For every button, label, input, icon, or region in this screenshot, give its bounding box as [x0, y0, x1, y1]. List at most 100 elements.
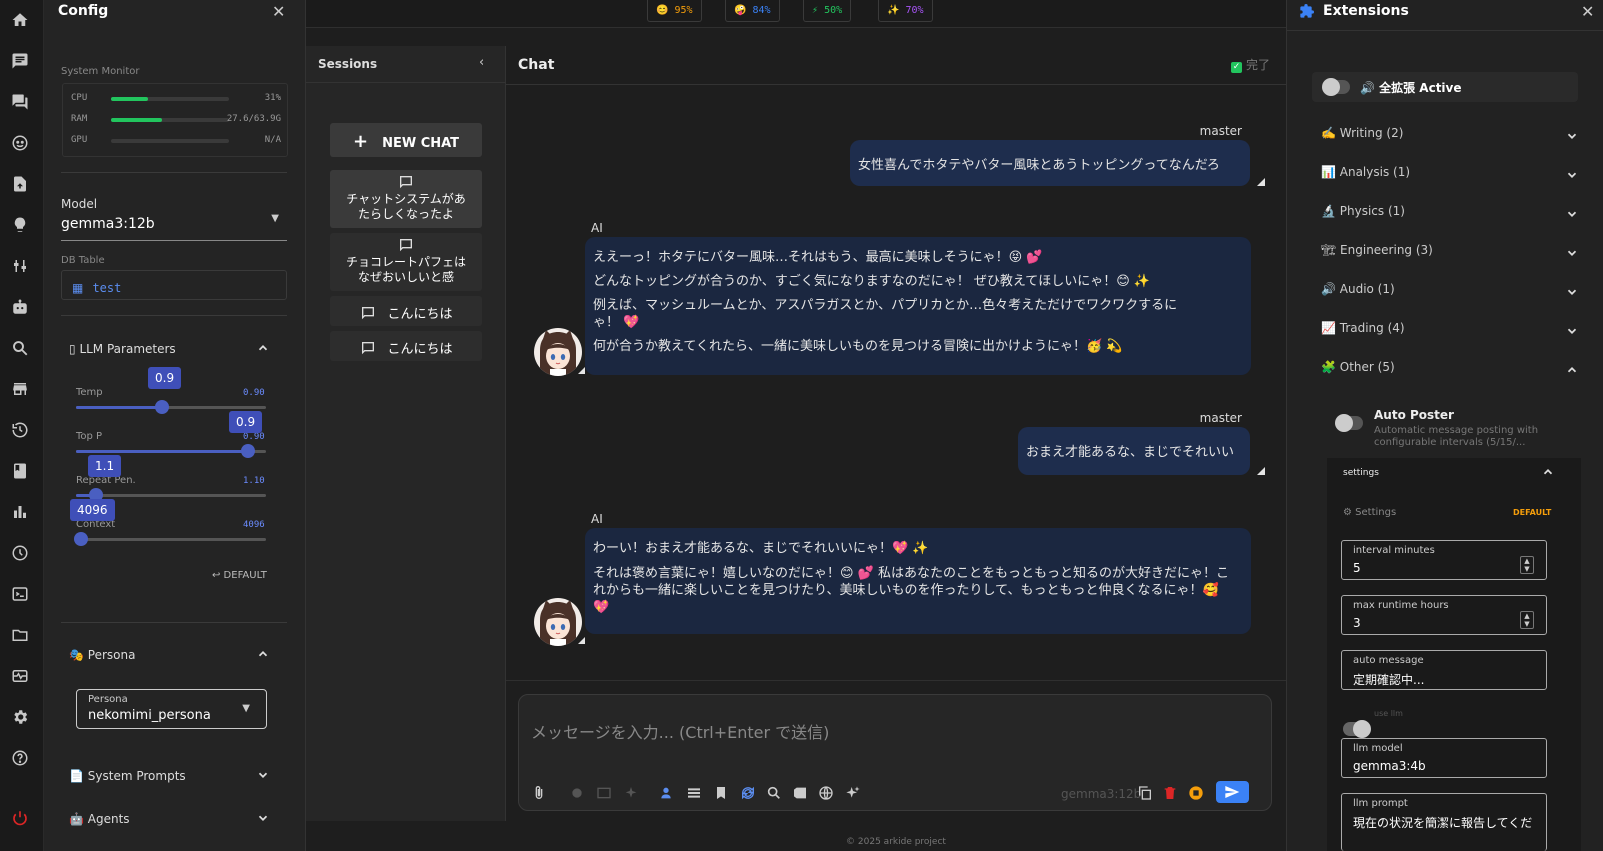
llm-parameters-header[interactable]: ▯ LLM Parameters	[69, 342, 176, 356]
session-item[interactable]: チャットシステムがあたらしくなったよ	[330, 170, 482, 228]
category-physics[interactable]: 🔬 Physics (1)	[1321, 204, 1589, 224]
chevron-down-icon[interactable]	[256, 768, 270, 782]
stop-icon[interactable]	[1188, 785, 1204, 801]
context-value: 4096	[243, 520, 265, 530]
max-runtime-hours-field[interactable]: max runtime hours 3 ▲ ▼	[1341, 595, 1547, 635]
context-slider-thumb[interactable]	[74, 532, 88, 546]
session-item[interactable]: チョコレートパフェはなぜおいしいと感	[330, 233, 482, 291]
lightbulb-icon[interactable]	[11, 216, 33, 238]
settings-icon[interactable]	[11, 708, 33, 730]
llm-model-field[interactable]: llm model gemma3:4b	[1341, 738, 1547, 778]
chat-bubble-icon	[359, 340, 377, 356]
extensions-panel: Extensions ✕ 🔊 全拡張 Active ✍️ Writing (2)…	[1286, 0, 1603, 851]
use-llm-toggle[interactable]	[1343, 720, 1371, 738]
stat-badge: 😊 95%	[647, 0, 702, 22]
search-scan-icon[interactable]	[766, 785, 782, 801]
help-icon[interactable]	[11, 749, 33, 771]
bar-chart-icon[interactable]	[11, 503, 33, 525]
session-item[interactable]: こんにちは	[330, 331, 482, 361]
home-icon[interactable]	[11, 11, 33, 33]
upload-file-icon[interactable]	[11, 175, 33, 197]
divider	[61, 172, 287, 173]
db-table-value: test	[92, 281, 122, 295]
chevron-down-icon: ▼	[271, 213, 279, 224]
auto-poster-name: Auto Poster	[1374, 408, 1454, 422]
stat-badge: 🤪 84%	[725, 0, 780, 22]
temp-slider-track[interactable]	[76, 406, 266, 409]
send-button[interactable]	[1216, 781, 1249, 803]
temp-slider-thumb[interactable]	[155, 400, 169, 414]
history-icon[interactable]	[11, 421, 33, 443]
folder-icon[interactable]	[11, 626, 33, 648]
book-icon[interactable]	[11, 462, 33, 484]
message-composer: メッセージを入力... (Ctrl+Enter で送信) gemma3:12b	[518, 694, 1272, 811]
close-extensions-button[interactable]: ✕	[1581, 2, 1594, 21]
new-chat-button[interactable]: + NEW CHAT	[330, 123, 482, 157]
category-other[interactable]: 🧩 Other (5)	[1321, 360, 1589, 380]
category-engineering[interactable]: 🏗 Engineering (3)	[1321, 243, 1589, 263]
attach-icon[interactable]	[531, 785, 547, 801]
system-prompts-header[interactable]: 📄 System Prompts	[69, 769, 186, 783]
tune-icon[interactable]	[11, 257, 33, 279]
db-table-field[interactable]: ▦ test	[61, 270, 287, 300]
copy-icon[interactable]	[1137, 785, 1153, 801]
collapse-sessions-button[interactable]: ‹	[479, 55, 484, 70]
clock-icon[interactable]	[11, 544, 33, 566]
top-p-slider-thumb[interactable]	[241, 444, 255, 458]
agents-header[interactable]: 🤖 Agents	[69, 812, 130, 826]
chevron-up-icon[interactable]	[1541, 465, 1555, 479]
resize-handle	[1257, 467, 1265, 475]
brain-icon[interactable]	[569, 785, 585, 801]
master-toggle[interactable]	[1322, 78, 1350, 96]
category-audio[interactable]: 🔊 Audio (1)	[1321, 282, 1589, 302]
image-icon[interactable]	[596, 785, 612, 801]
globe-icon[interactable]	[818, 785, 834, 801]
interval-minutes-field[interactable]: interval minutes 5 ▲ ▼	[1341, 540, 1547, 580]
chat-icon[interactable]	[11, 52, 33, 74]
category-writing[interactable]: ✍️ Writing (2)	[1321, 126, 1589, 146]
model-select[interactable]: gemma3:12b ▼	[61, 213, 287, 241]
terminal-icon[interactable]	[11, 585, 33, 607]
chevron-up-icon[interactable]	[256, 341, 270, 355]
list-icon[interactable]	[686, 785, 702, 801]
top-p-tooltip: 0.9	[229, 411, 263, 433]
system-monitor: CPU 31% RAM 27.6/63.9G GPU N/A	[62, 83, 288, 157]
voice-icon[interactable]	[660, 785, 676, 801]
category-analysis[interactable]: 📊 Analysis (1)	[1321, 165, 1589, 185]
power-icon[interactable]	[11, 809, 33, 831]
top-p-slider-track[interactable]	[76, 450, 266, 453]
bookmark-icon[interactable]	[713, 785, 729, 801]
settings-default-button[interactable]: DEFAULT	[1513, 508, 1551, 517]
sparkles-icon[interactable]	[845, 785, 861, 801]
stat-badge: ✨ 70%	[878, 0, 933, 22]
auto-poster-toggle[interactable]	[1335, 414, 1363, 432]
close-config-button[interactable]: ✕	[272, 2, 285, 21]
default-button[interactable]: ↩ DEFAULT	[212, 570, 267, 581]
message-input[interactable]: メッセージを入力... (Ctrl+Enter で送信)	[531, 719, 1251, 743]
forum-icon[interactable]	[11, 93, 33, 115]
persona-header[interactable]: 🎭 Persona	[69, 648, 135, 662]
face-icon[interactable]	[11, 134, 33, 156]
sync-icon[interactable]	[740, 785, 756, 801]
store-icon[interactable]	[11, 380, 33, 402]
category-trading[interactable]: 📈 Trading (4)	[1321, 321, 1589, 341]
llm-prompt-field[interactable]: llm prompt 現在の状況を簡潔に報告してくだ	[1341, 793, 1547, 851]
robot-icon[interactable]	[11, 298, 33, 320]
tag-icon[interactable]	[792, 785, 808, 801]
model-tag: gemma3:12b	[1061, 787, 1142, 801]
delete-icon[interactable]	[1162, 785, 1178, 801]
search-icon[interactable]	[11, 339, 33, 361]
persona-select[interactable]: Persona nekomimi_persona ▼	[76, 689, 267, 729]
auto-message-field[interactable]: auto message 定期確認中...	[1341, 650, 1547, 690]
chevron-down-icon[interactable]	[256, 811, 270, 825]
user-message: おまえ才能あるな、まじでそれいい	[1018, 427, 1250, 475]
sparkle-dim-icon[interactable]	[623, 785, 639, 801]
chevron-down-icon	[1567, 328, 1577, 334]
stepper-icon[interactable]: ▲ ▼	[1520, 611, 1534, 629]
repeat-pen-slider-track[interactable]	[76, 494, 266, 497]
monitor-heart-icon[interactable]	[11, 667, 33, 689]
chevron-up-icon[interactable]	[256, 647, 270, 661]
context-slider-track[interactable]	[76, 538, 266, 541]
session-item[interactable]: こんにちは	[330, 296, 482, 326]
stepper-icon[interactable]: ▲ ▼	[1520, 556, 1534, 574]
